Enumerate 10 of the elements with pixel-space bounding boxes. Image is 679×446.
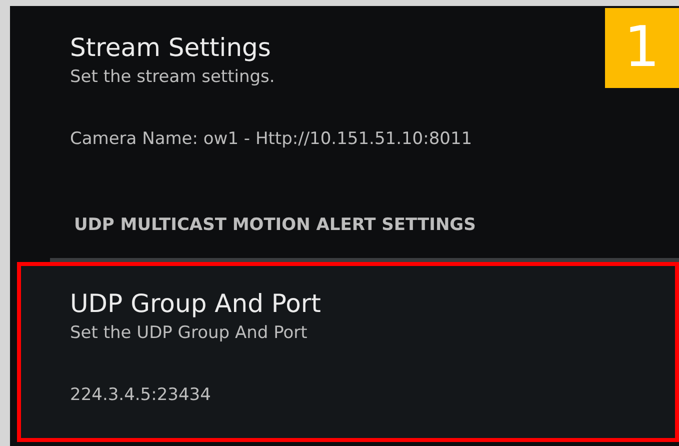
preference-item[interactable]: Stream Settings Set the stream settings. Camera Name: ow1 - Http://10.151.51.10:8011	[10, 28, 595, 186]
preference-value: Camera Name: ow1 - Http://10.151.51.10:8011	[70, 128, 472, 151]
category-header: UDP MULTICAST MOTION ALERT SETTINGS	[74, 214, 476, 237]
step-number-badge: 1	[605, 8, 679, 88]
preference-value: 224.3.4.5:23434	[70, 384, 211, 407]
preference-summary: Set the UDP Group And Port	[70, 322, 308, 345]
preference-summary: Set the stream settings.	[70, 66, 275, 89]
preference-title: UDP Group And Port	[70, 288, 321, 320]
preference-item[interactable]: UDP Group And Port Set the UDP Group And Port 224.3.4.5:23434	[17, 262, 679, 442]
preference-title: Stream Settings	[70, 32, 271, 64]
